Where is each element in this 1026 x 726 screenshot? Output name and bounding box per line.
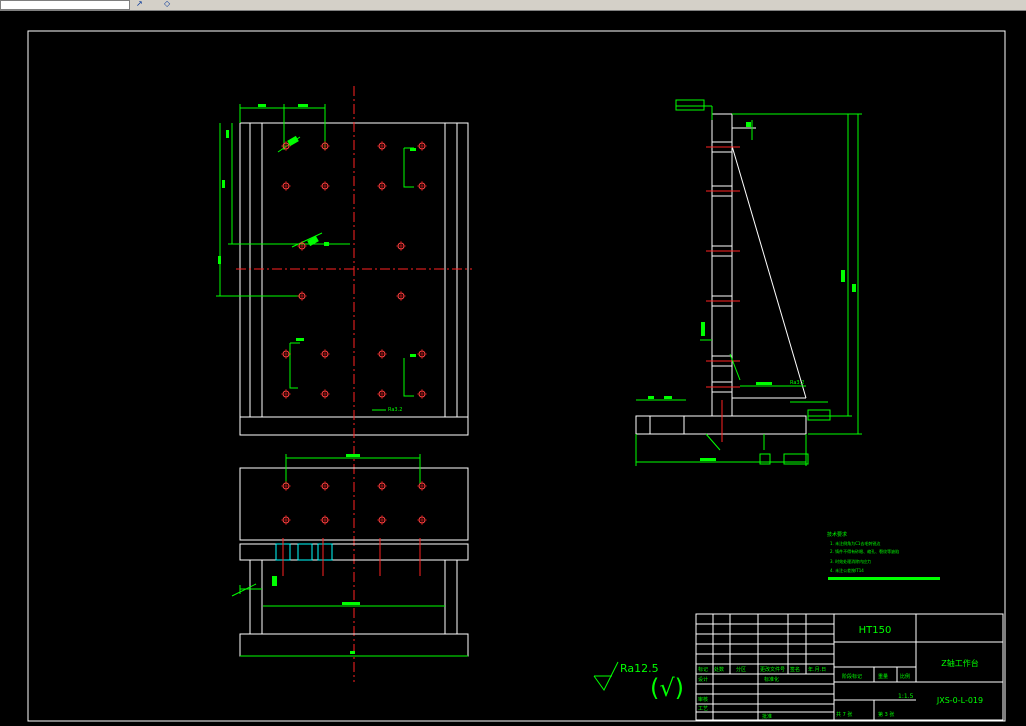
label-approve: 批准: [762, 713, 772, 720]
top-hole-cross-1: [281, 481, 291, 491]
side-roughness-label: Ra3.2: [790, 380, 804, 386]
label-standardize: 标准化: [764, 676, 779, 683]
front-roughness-label: Ra3.2: [388, 407, 402, 413]
top-view-dimension-text: [272, 454, 360, 654]
part-name: Z轴工作台: [941, 658, 978, 668]
front-hole-cross-19: [377, 389, 387, 399]
front-hole-cross-16: [417, 349, 427, 359]
toolbar-arrow-icon[interactable]: ↗: [136, 0, 143, 8]
front-view-dimensions: [216, 104, 414, 411]
notes-underline: [828, 577, 940, 580]
top-view-bolt-sections: [275, 543, 333, 561]
top-view-right-leg: [444, 559, 458, 635]
front-hole-cross-18: [320, 389, 330, 399]
sheet-index: 第 3 张: [878, 711, 894, 718]
label-zone: 分区: [736, 666, 746, 673]
general-roughness-symbol: Ra12.5 (√): [593, 661, 684, 702]
label-date: 年.月.日: [808, 666, 826, 673]
label-process: 工艺: [698, 706, 708, 712]
front-hole-cross-17: [281, 389, 291, 399]
front-hole-cross-20: [417, 389, 427, 399]
side-view-datum-frames: [675, 99, 831, 465]
front-hole-cross-8: [417, 181, 427, 191]
top-hole-cross-3: [377, 481, 387, 491]
material-label: HT150: [859, 625, 892, 636]
label-stage-mark: 阶段标记: [842, 673, 862, 680]
top-view-left-leg: [249, 559, 263, 635]
label-change-doc: 更改文件号: [760, 666, 785, 673]
label-sign: 签名: [790, 666, 800, 673]
front-hole-cross-10: [396, 241, 406, 251]
front-hole-cross-9: [297, 241, 307, 251]
title-block-text: HT150 Z轴工作台 JXS-0-L-019 1:1.5 共 7 张 第 3 …: [698, 625, 983, 720]
label-ratio: 比例: [900, 673, 910, 680]
cad-drawing-canvas[interactable]: Ra3.2 Ra3.2 技术要求 1. 未注倒角为C1去毛刺锐边 2. 铸件不得…: [0, 10, 1026, 726]
side-view-base: [635, 415, 807, 435]
notes-line-2: 2. 铸件不得有砂眼、缩孔、裂纹等缺陷: [830, 548, 899, 554]
left-rib: [249, 122, 263, 418]
toolbar-diamond-icon[interactable]: ◇: [164, 0, 170, 8]
side-view-dimensions: [635, 105, 862, 466]
label-count: 处数: [714, 666, 724, 673]
label-designer: 设计: [698, 676, 708, 683]
side-view: Ra3.2: [635, 99, 862, 466]
top-hole-cross-4: [417, 481, 427, 491]
top-hole-cross-5: [281, 515, 291, 525]
scale-value: 1:1.5: [898, 693, 914, 700]
side-view-plate: [711, 113, 733, 417]
front-hole-cross-6: [320, 181, 330, 191]
front-view-dimension-text: [218, 104, 416, 357]
front-hole-cross-4: [417, 141, 427, 151]
top-view: [231, 454, 469, 657]
side-view-gusset: [731, 145, 807, 399]
front-hole-cross-7: [377, 181, 387, 191]
front-view: Ra3.2: [216, 86, 472, 682]
sheet-total: 共 7 张: [836, 711, 852, 718]
top-hole-cross-7: [377, 515, 387, 525]
top-hole-cross-6: [320, 515, 330, 525]
right-rib: [444, 122, 458, 418]
front-hole-cross-12: [396, 291, 406, 301]
label-review: 审核: [698, 696, 708, 703]
notes-line-1: 1. 未注倒角为C1去毛刺锐边: [830, 540, 880, 546]
front-hole-cross-2: [320, 141, 330, 151]
technical-notes: 技术要求 1. 未注倒角为C1去毛刺锐边 2. 铸件不得有砂眼、缩孔、裂纹等缺陷…: [827, 531, 940, 580]
roughness-bracket: (√): [650, 674, 684, 702]
notes-heading: 技术要求: [827, 531, 847, 538]
top-hole-cross-8: [417, 515, 427, 525]
label-weight: 重量: [878, 673, 888, 680]
top-hole-cross-2: [320, 481, 330, 491]
label-mark: 标记: [698, 666, 708, 673]
drawing-number: JXS-0-L-019: [936, 696, 983, 705]
front-hole-cross-15: [377, 349, 387, 359]
notes-line-4: 4. 未注公差按IT14: [830, 567, 864, 573]
front-hole-cross-3: [377, 141, 387, 151]
front-hole-cross-5: [281, 181, 291, 191]
front-hole-cross-11: [297, 291, 307, 301]
notes-line-3: 3. 时效处理消除内应力: [830, 558, 871, 564]
front-hole-cross-14: [320, 349, 330, 359]
side-view-hatching: [649, 141, 733, 435]
command-field[interactable]: [0, 0, 130, 10]
top-view-dimensions: [231, 454, 468, 657]
